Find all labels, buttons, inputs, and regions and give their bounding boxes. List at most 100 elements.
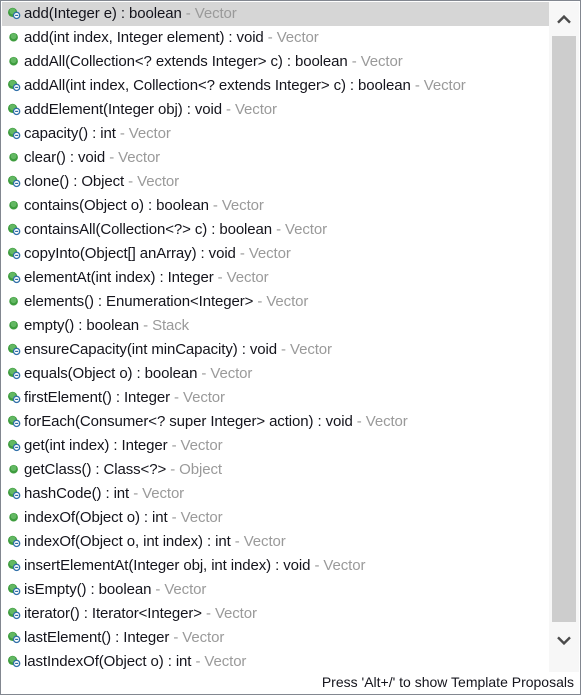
method-public-icon	[6, 53, 22, 69]
proposal-separator: -	[169, 389, 184, 406]
proposal-item[interactable]: lastElement() : Integer - Vector	[2, 626, 551, 650]
proposal-item[interactable]: capacity() : int - Vector	[2, 122, 551, 146]
proposal-item[interactable]: empty() : boolean - Stack	[2, 314, 551, 338]
scrollbar-track[interactable]	[549, 36, 579, 623]
method-public-overridden-icon	[6, 605, 22, 621]
proposal-declaring-type: Vector	[248, 245, 291, 262]
vertical-scrollbar[interactable]	[549, 2, 579, 674]
scrollbar-up-button[interactable]	[549, 2, 579, 36]
proposal-item[interactable]: elementAt(int index) : Integer - Vector	[2, 266, 551, 290]
proposal-declaring-type: Vector	[182, 629, 225, 646]
proposal-item[interactable]: indexOf(Object o, int index) : int - Vec…	[2, 530, 551, 554]
proposal-signature: add(int index, Integer element) : void	[24, 29, 264, 46]
proposal-separator: -	[166, 461, 180, 478]
proposal-declaring-type: Vector	[137, 173, 180, 190]
proposal-separator: -	[410, 77, 424, 94]
proposal-separator: -	[105, 149, 119, 166]
proposal-declaring-type: Vector	[164, 581, 207, 598]
method-public-overridden-icon	[6, 125, 22, 141]
proposal-declaring-type: Vector	[226, 269, 269, 286]
proposal-separator: -	[167, 509, 181, 526]
proposal-item[interactable]: addElement(Integer obj) : void - Vector	[2, 98, 551, 122]
proposal-signature: firstElement() : Integer	[24, 389, 170, 406]
proposal-declaring-type: Vector	[204, 653, 247, 670]
proposal-separator: -	[191, 653, 205, 670]
proposal-declaring-type: Vector	[183, 389, 225, 406]
proposal-signature: equals(Object o) : boolean	[24, 365, 198, 382]
proposal-declaring-type: Vector	[210, 365, 253, 382]
proposal-separator: -	[201, 605, 215, 622]
proposal-signature: add(Integer e) : boolean	[24, 5, 182, 22]
method-public-overridden-icon	[6, 485, 22, 501]
method-public-overridden-icon	[6, 245, 22, 261]
proposal-separator: -	[208, 197, 222, 214]
proposal-signature: addElement(Integer obj) : void	[24, 101, 222, 118]
proposal-item[interactable]: clone() : Object - Vector	[2, 170, 551, 194]
proposal-item[interactable]: ensureCapacity(int minCapacity) : void -…	[2, 338, 551, 362]
proposal-item[interactable]: contains(Object o) : boolean - Vector	[2, 194, 551, 218]
proposal-item[interactable]: indexOf(Object o) : int - Vector	[2, 506, 551, 530]
proposal-separator: -	[213, 269, 227, 286]
method-public-overridden-icon	[6, 341, 22, 357]
proposal-item[interactable]: insertElementAt(Integer obj, int index) …	[2, 554, 551, 578]
proposal-signature: get(int index) : Integer	[24, 437, 168, 454]
method-public-overridden-icon	[6, 173, 22, 189]
chevron-down-icon	[557, 636, 571, 645]
proposal-signature: clear() : void	[24, 149, 106, 166]
method-public-overridden-icon	[6, 557, 22, 573]
scrollbar-thumb[interactable]	[552, 36, 576, 622]
proposal-declaring-type: Vector	[323, 557, 366, 574]
proposal-declaring-type: Vector	[423, 77, 466, 94]
proposal-separator: -	[167, 437, 181, 454]
proposal-signature: indexOf(Object o, int index) : int	[24, 533, 231, 550]
proposal-declaring-type: Vector	[221, 197, 264, 214]
proposal-separator: -	[253, 293, 267, 310]
proposal-item[interactable]: getClass() : Class<?> - Object	[2, 458, 551, 482]
proposal-signature: capacity() : int	[24, 125, 116, 142]
proposal-list[interactable]: add(Integer e) : boolean - Vector add(int…	[2, 2, 551, 674]
proposal-declaring-type: Vector	[128, 125, 171, 142]
proposal-separator: -	[347, 53, 361, 70]
proposal-signature: isEmpty() : boolean	[24, 581, 152, 598]
proposal-item[interactable]: lastIndexOf(Object o) : int - Vector	[2, 650, 551, 674]
proposal-separator: -	[221, 101, 235, 118]
proposal-signature: elementAt(int index) : Integer	[24, 269, 214, 286]
method-public-overridden-icon	[6, 101, 22, 117]
proposal-declaring-type: Vector	[180, 509, 223, 526]
proposal-item[interactable]: hashCode() : int - Vector	[2, 482, 551, 506]
proposal-item[interactable]: elements() : Enumeration<Integer> - Vect…	[2, 290, 551, 314]
method-public-icon	[6, 149, 22, 165]
method-public-overridden-icon	[6, 5, 22, 21]
proposal-signature: indexOf(Object o) : int	[24, 509, 168, 526]
proposal-declaring-type: Vector	[180, 437, 223, 454]
method-public-icon	[6, 293, 22, 309]
proposal-item[interactable]: iterator() : Iterator<Integer> - Vector	[2, 602, 551, 626]
proposal-item[interactable]: add(Integer e) : boolean - Vector	[2, 2, 551, 26]
proposal-item[interactable]: addAll(int index, Collection<? extends I…	[2, 74, 551, 98]
proposal-item[interactable]: equals(Object o) : boolean - Vector	[2, 362, 551, 386]
proposal-signature: getClass() : Class<?>	[24, 461, 167, 478]
proposal-separator: -	[272, 221, 286, 238]
proposal-item[interactable]: isEmpty() : boolean - Vector	[2, 578, 551, 602]
proposal-item[interactable]: add(int index, Integer element) : void -…	[2, 26, 551, 50]
method-public-overridden-icon	[6, 653, 22, 669]
proposal-signature: elements() : Enumeration<Integer>	[24, 293, 254, 310]
scrollbar-down-button[interactable]	[549, 623, 579, 657]
proposal-item[interactable]: containsAll(Collection<?> c) : boolean -…	[2, 218, 551, 242]
method-public-overridden-icon	[6, 269, 22, 285]
proposal-item[interactable]: copyInto(Object[] anArray) : void - Vect…	[2, 242, 551, 266]
proposal-item[interactable]: addAll(Collection<? extends Integer> c) …	[2, 50, 551, 74]
method-public-overridden-icon	[6, 629, 22, 645]
method-public-overridden-icon	[6, 77, 22, 93]
proposal-declaring-type: Vector	[243, 533, 286, 550]
proposal-separator: -	[352, 413, 366, 430]
status-bar-message: Press 'Alt+/' to show Template Proposals	[321, 674, 574, 690]
content-assist-popup[interactable]: add(Integer e) : boolean - Vector add(int…	[0, 0, 581, 695]
proposal-declaring-type: Vector	[290, 341, 332, 358]
proposal-item[interactable]: forEach(Consumer<? super Integer> action…	[2, 410, 551, 434]
proposal-item[interactable]: firstElement() : Integer - Vector	[2, 386, 551, 410]
proposal-item[interactable]: clear() : void - Vector	[2, 146, 551, 170]
proposal-signature: insertElementAt(Integer obj, int index) …	[24, 557, 311, 574]
proposal-signature: clone() : Object	[24, 173, 125, 190]
proposal-item[interactable]: get(int index) : Integer - Vector	[2, 434, 551, 458]
